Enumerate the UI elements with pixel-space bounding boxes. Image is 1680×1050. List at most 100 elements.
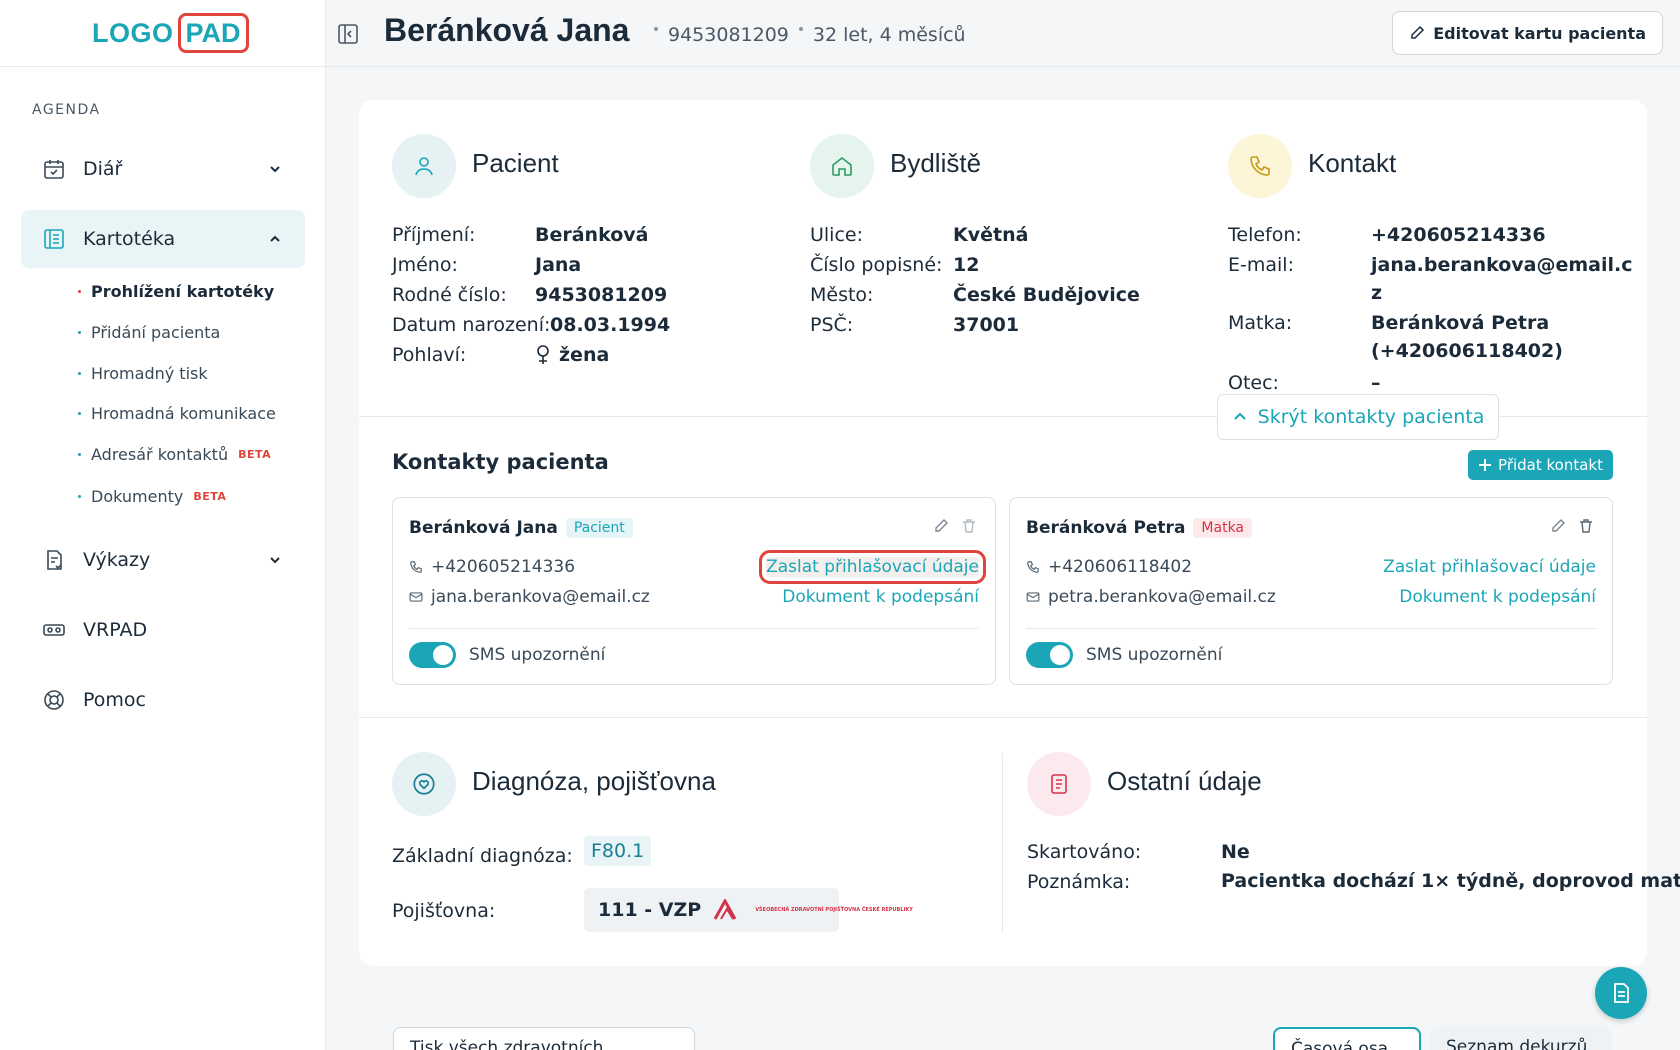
value-father: – <box>1371 372 1381 394</box>
role-badge: Matka <box>1193 518 1253 538</box>
vr-icon <box>41 617 67 643</box>
insurance-value: 111 - VZP <box>598 899 702 921</box>
vzp-logo-icon <box>713 899 737 920</box>
plus-icon <box>1479 459 1492 471</box>
label-birth-date: Datum narození: <box>392 314 551 336</box>
header: Beránková Jana 9453081209 32 let, 4 měsí… <box>326 0 1680 67</box>
sidebar-item-pomoc[interactable]: Pomoc <box>21 671 305 729</box>
add-contact-button[interactable]: Přidat kontakt <box>1468 450 1613 480</box>
user-icon <box>392 134 456 198</box>
birth-number: 9453081209 <box>668 24 789 46</box>
folder-icon <box>41 226 67 252</box>
sms-toggle[interactable] <box>409 642 456 668</box>
value-house-number: 12 <box>953 254 980 276</box>
chevron-up-icon <box>1233 412 1246 420</box>
timeline-tab[interactable]: Časová osa <box>1273 1027 1421 1050</box>
value-shredded: Ne <box>1221 841 1250 863</box>
diagnosis-tag: F80.1 <box>584 836 652 866</box>
chevron-down-icon <box>270 166 280 173</box>
label-mother: Matka: <box>1228 312 1293 334</box>
label-surname: Příjmení: <box>392 224 476 246</box>
sidebar-item-vrpad[interactable]: VRPAD <box>21 601 305 659</box>
value-street: Květná <box>953 224 1029 246</box>
subitem-adresar[interactable]: Adresář kontaktů BETA <box>78 445 271 464</box>
notes-fab-button[interactable] <box>1595 967 1647 1019</box>
vzp-logo-text: VŠEOBECNÁ ZDRAVOTNÍ POJIŠŤOVNA ČESKÉ REP… <box>755 907 913 913</box>
logo[interactable]: LOGO PAD <box>0 0 325 67</box>
hide-contacts-button[interactable]: Skrýt kontakty pacienta <box>1217 394 1499 440</box>
sms-toggle-label: SMS upozornění <box>469 645 606 665</box>
section-title-contacts: Kontakty pacienta <box>392 450 609 474</box>
value-note: Pacientka dochází 1× týdně, doprovod mat… <box>1221 870 1680 892</box>
label-house-number: Číslo popisné: <box>810 254 943 276</box>
sidebar-item-kartoteka[interactable]: Kartotéka <box>21 210 305 268</box>
logo-text-left: LOGO <box>92 17 174 48</box>
trash-icon[interactable] <box>961 518 977 534</box>
patient-card: Pacient Příjmení: Beránková Jméno: Jana Ro… <box>359 100 1680 966</box>
calendar-icon <box>41 156 67 182</box>
role-badge: Pacient <box>565 518 633 538</box>
value-mother: Beránková Petra <box>1371 312 1550 334</box>
label-shredded: Skartováno: <box>1027 841 1142 863</box>
beta-badge: BETA <box>193 490 227 503</box>
value-gender: žena <box>559 344 610 366</box>
edit-patient-button[interactable]: Editovat kartu pacienta <box>1392 11 1663 55</box>
lifebuoy-icon <box>41 687 67 713</box>
label-father: Otec: <box>1228 372 1279 394</box>
label-street: Ulice: <box>810 224 864 246</box>
patient-age: 32 let, 4 měsíců <box>812 24 966 46</box>
phone-icon <box>410 561 422 573</box>
section-title-other: Ostatní údaje <box>1107 766 1262 796</box>
subitem-pridani[interactable]: Přidání pacienta <box>78 323 220 342</box>
subitem-prohlizeni[interactable]: Prohlížení kartotéky <box>78 282 274 301</box>
sms-toggle[interactable] <box>1026 642 1073 668</box>
subitem-hromadny-tisk[interactable]: Hromadný tisk <box>78 364 208 383</box>
send-login-link[interactable]: Zaslat přihlašovací údaje <box>759 550 986 584</box>
section-title-diagnosis: Diagnóza, pojišťovna <box>472 766 716 796</box>
sidebar-item-label: VRPAD <box>83 619 148 641</box>
contact-email: petra.berankova@email.cz <box>1048 587 1276 607</box>
subitem-dokumenty[interactable]: Dokumenty BETA <box>78 487 226 506</box>
sidebar-item-label: Kartotéka <box>83 228 176 250</box>
contact-name: Beránková Jana <box>409 518 558 538</box>
pencil-icon[interactable] <box>933 518 949 534</box>
phone-icon <box>1027 561 1039 573</box>
value-surname: Beránková <box>535 224 649 246</box>
report-icon <box>41 547 67 573</box>
beta-badge: BETA <box>238 448 272 461</box>
sidebar: LOGO PAD AGENDA Diář Kartotéka Prohlížen… <box>0 0 326 1050</box>
agenda-label: AGENDA <box>32 102 101 118</box>
mail-icon <box>409 592 423 602</box>
section-title-residence: Bydliště <box>890 148 982 178</box>
label-diagnosis: Základní diagnóza: <box>392 845 573 867</box>
document-icon <box>1614 983 1629 1003</box>
value-mother-phone: (+420606118402) <box>1371 340 1563 362</box>
value-birth-date: 08.03.1994 <box>550 314 671 336</box>
sidebar-item-label: Výkazy <box>83 549 151 571</box>
insurance-badge: 111 - VZP VŠEOBECNÁ ZDRAVOTNÍ POJIŠŤOVNA… <box>584 888 913 932</box>
sidebar-item-vykazy[interactable]: Výkazy <box>21 531 305 589</box>
label-birth-number: Rodné číslo: <box>392 284 507 306</box>
contact-card-mother: Beránková Petra Matka +420606118402 petr… <box>1009 497 1613 685</box>
sign-document-link[interactable]: Dokument k podepsání <box>1399 587 1596 607</box>
sidebar-item-diar[interactable]: Diář <box>21 140 305 198</box>
value-email: jana.berankova@email.c <box>1371 254 1633 276</box>
sign-document-link[interactable]: Dokument k podepsání <box>782 587 979 607</box>
pencil-icon <box>1411 25 1425 39</box>
label-insurance: Pojišťovna: <box>392 900 496 922</box>
label-email: E-mail: <box>1228 254 1294 276</box>
sidebar-collapse-icon[interactable] <box>336 22 360 46</box>
sms-toggle-label: SMS upozornění <box>1086 645 1223 665</box>
page-title: Beránková Jana <box>384 12 630 48</box>
send-login-link[interactable]: Zaslat přihlašovací údaje <box>1383 557 1596 577</box>
pencil-icon[interactable] <box>1550 518 1566 534</box>
home-icon <box>810 134 874 198</box>
trash-icon[interactable] <box>1578 518 1594 534</box>
divider <box>359 717 1647 718</box>
mail-icon <box>1026 592 1040 602</box>
contact-phone: +420605214336 <box>431 557 576 577</box>
sidebar-item-label: Diář <box>83 158 123 180</box>
subitem-hromadna-komunikace[interactable]: Hromadná komunikace <box>78 404 276 423</box>
course-list-tab[interactable]: Seznam dekurzů <box>1430 1027 1612 1050</box>
print-all-button[interactable]: Tisk všech zdravotních záznamů <box>393 1027 695 1050</box>
